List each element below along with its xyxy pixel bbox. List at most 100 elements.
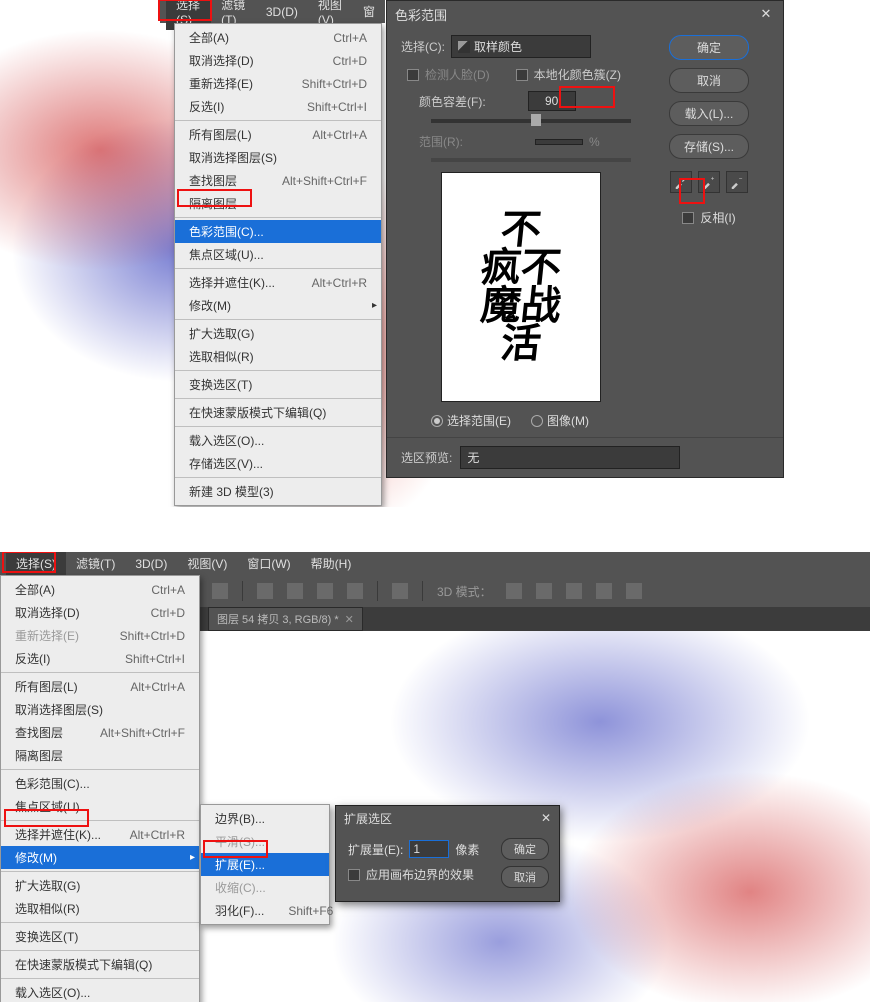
3d-dolly-icon[interactable] — [566, 583, 582, 599]
select-dropdown: 全部(A)Ctrl+A取消选择(D)Ctrl+D重新选择(E)Shift+Ctr… — [174, 23, 382, 506]
menu-item[interactable]: 扩大选取(G) — [175, 322, 381, 345]
radio-image-label: 图像(M) — [547, 412, 589, 429]
menu-item[interactable]: 修改(M) — [1, 846, 199, 869]
cancel-button[interactable]: 取消 — [669, 68, 749, 93]
document-tab[interactable]: 图层 54 拷贝 3, RGB/8) * ✕ — [208, 607, 363, 631]
unit-label: 像素 — [455, 841, 479, 858]
menu-item: 收缩(C)... — [201, 876, 329, 899]
document-tabs: 图层 54 拷贝 3, RGB/8) * ✕ — [200, 607, 870, 631]
menu-item[interactable]: 载入选区(O)... — [175, 429, 381, 452]
tool-cursor-icon[interactable] — [212, 583, 228, 599]
menu-item[interactable]: 取消选择(D)Ctrl+D — [175, 49, 381, 72]
menu-item[interactable]: 所有图层(L)Alt+Ctrl+A — [1, 675, 199, 698]
menu-item[interactable]: 重新选择(E)Shift+Ctrl+D — [175, 72, 381, 95]
select-dropdown: 全部(A)Ctrl+A取消选择(D)Ctrl+D重新选择(E)Shift+Ctr… — [0, 575, 200, 1002]
close-icon[interactable]: ✕ — [541, 811, 551, 825]
range-label: 范围(R): — [419, 133, 463, 150]
fuzziness-field[interactable]: 90 — [528, 91, 576, 111]
menu-item[interactable]: 反选(I)Shift+Ctrl+I — [1, 647, 199, 670]
menu-item[interactable]: 选择并遮住(K)...Alt+Ctrl+R — [175, 271, 381, 294]
align-icon[interactable] — [347, 583, 363, 599]
save-button[interactable]: 存储(S)... — [669, 134, 749, 159]
menu-item[interactable]: 选取相似(R) — [175, 345, 381, 368]
menu-item[interactable]: 反选(I)Shift+Ctrl+I — [175, 95, 381, 118]
menu-item[interactable]: 焦点区域(U)... — [1, 795, 199, 818]
menu-item[interactable]: 存储选区(V)... — [175, 452, 381, 475]
document-tab-label: 图层 54 拷贝 3, RGB/8) * — [217, 611, 339, 627]
menu-item[interactable]: 在快速蒙版模式下编辑(Q) — [1, 953, 199, 976]
menu-view[interactable]: 视图(V) — [177, 552, 237, 575]
menu-item[interactable]: 所有图层(L)Alt+Ctrl+A — [175, 123, 381, 146]
eyedropper-add-icon[interactable]: + — [698, 171, 720, 193]
menu-item[interactable]: 选取相似(R) — [1, 897, 199, 920]
menu-item: 平滑(S)... — [201, 830, 329, 853]
menu-item[interactable]: 查找图层Alt+Shift+Ctrl+F — [1, 721, 199, 744]
3d-orbit-icon[interactable] — [506, 583, 522, 599]
menu-item[interactable]: 取消选择(D)Ctrl+D — [1, 601, 199, 624]
menu-item[interactable]: 隔离图层 — [1, 744, 199, 767]
menu-item[interactable]: 载入选区(O)... — [1, 981, 199, 1002]
modify-submenu: 边界(B)...平滑(S)...扩展(E)...收缩(C)...羽化(F)...… — [200, 804, 330, 925]
expand-selection-dialog: 扩展选区 ✕ 扩展量(E): 1 像素 应用画布边界的效果 确定 取消 — [335, 805, 560, 902]
ok-button[interactable]: 确定 — [501, 838, 549, 860]
menu-help[interactable]: 帮助(H) — [301, 552, 362, 575]
menu-item[interactable]: 选择并遮住(K)...Alt+Ctrl+R — [1, 823, 199, 846]
menu-item[interactable]: 查找图层Alt+Shift+Ctrl+F — [175, 169, 381, 192]
canvas-artwork — [200, 592, 870, 1002]
menu-item[interactable]: 焦点区域(U)... — [175, 243, 381, 266]
3d-pan-icon[interactable] — [536, 583, 552, 599]
eyedropper-sub-icon[interactable]: − — [726, 171, 748, 193]
menu-item[interactable]: 新建 3D 模型(3) — [175, 480, 381, 503]
radio-image[interactable]: 图像(M) — [531, 412, 589, 429]
svg-text:+: + — [711, 175, 715, 182]
align-icon[interactable] — [317, 583, 333, 599]
3d-walk-icon[interactable] — [596, 583, 612, 599]
align-icon[interactable] — [257, 583, 273, 599]
invert-checkbox[interactable] — [682, 212, 694, 224]
fuzziness-slider[interactable] — [431, 119, 631, 123]
detect-faces-label: 检测人脸(D) — [425, 66, 490, 83]
menu-window[interactable]: 窗口(W) — [237, 552, 300, 575]
apply-canvas-checkbox[interactable] — [348, 869, 360, 881]
menu-item[interactable]: 全部(A)Ctrl+A — [1, 578, 199, 601]
range-slider — [431, 158, 631, 162]
menu-3d[interactable]: 3D(D) — [256, 2, 308, 22]
menu-window[interactable]: 窗 — [353, 0, 385, 23]
menu-item[interactable]: 色彩范围(C)... — [175, 220, 381, 243]
distribute-icon[interactable] — [392, 583, 408, 599]
menu-item[interactable]: 变换选区(T) — [175, 373, 381, 396]
menu-item[interactable]: 全部(A)Ctrl+A — [175, 26, 381, 49]
close-icon[interactable]: ✕ — [757, 6, 775, 22]
radio-selection[interactable]: 选择范围(E) — [431, 412, 511, 429]
menu-filter[interactable]: 滤镜(T) — [66, 552, 125, 575]
menu-item[interactable]: 色彩范围(C)... — [1, 772, 199, 795]
menu-item[interactable]: 扩大选取(G) — [1, 874, 199, 897]
fuzziness-label: 颜色容差(F): — [419, 93, 486, 110]
dialog-title: 扩展选区 — [344, 810, 392, 827]
menu-item[interactable]: 边界(B)... — [201, 807, 329, 830]
brush-text: 不 疯不 魔战 活 — [481, 211, 561, 363]
localized-checkbox[interactable] — [516, 69, 528, 81]
menu-item[interactable]: 修改(M) — [175, 294, 381, 317]
eyedropper-icon[interactable] — [670, 171, 692, 193]
selection-preview-combo[interactable]: 无 — [460, 446, 680, 469]
select-combo[interactable]: 取样颜色 — [451, 35, 591, 58]
menu-item[interactable]: 隔离图层 — [175, 192, 381, 215]
load-button[interactable]: 载入(L)... — [669, 101, 749, 126]
close-icon[interactable]: ✕ — [345, 613, 354, 626]
menu-item[interactable]: 取消选择图层(S) — [175, 146, 381, 169]
menu-3d[interactable]: 3D(D) — [125, 554, 177, 574]
menu-item[interactable]: 在快速蒙版模式下编辑(Q) — [175, 401, 381, 424]
ok-button[interactable]: 确定 — [669, 35, 749, 60]
align-icon[interactable] — [287, 583, 303, 599]
cancel-button[interactable]: 取消 — [501, 866, 549, 888]
invert-row[interactable]: 反相(I) — [682, 209, 735, 226]
menu-item[interactable]: 变换选区(T) — [1, 925, 199, 948]
menu-item[interactable]: 羽化(F)...Shift+F6 — [201, 899, 329, 922]
menu-item[interactable]: 取消选择图层(S) — [1, 698, 199, 721]
localized-label: 本地化颜色簇(Z) — [534, 66, 621, 83]
menu-select[interactable]: 选择(S) — [6, 552, 66, 575]
menu-item[interactable]: 扩展(E)... — [201, 853, 329, 876]
3d-camera-icon[interactable] — [626, 583, 642, 599]
expand-amount-field[interactable]: 1 — [409, 840, 449, 858]
